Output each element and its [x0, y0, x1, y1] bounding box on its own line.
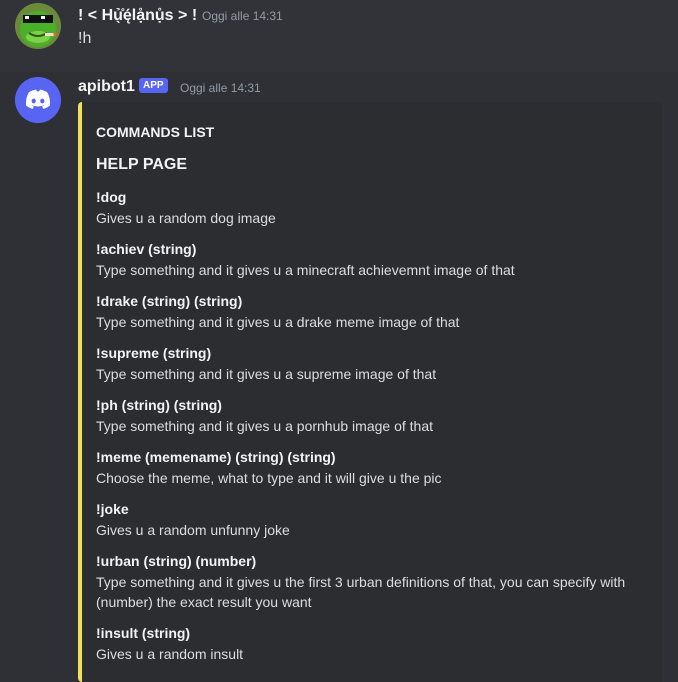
field-value: Type something and it gives u a supreme …: [96, 366, 437, 382]
field-name: !achiev (string): [96, 241, 197, 257]
embed-field: !urban (string) (number) Type something …: [96, 552, 656, 612]
embed-field: !joke Gives u a random unfunny joke: [96, 500, 656, 540]
timestamp[interactable]: Oggi alle 14:31: [180, 81, 261, 95]
field-name: !ph (string) (string): [96, 397, 222, 413]
field-name: !joke: [96, 501, 129, 517]
message-user: ! < Hủ̖̊ę́lạ̊nụ̊s > ! Oggi alle 14:31 !h: [0, 0, 678, 70]
embed-field: !ph (string) (string) Type something and…: [96, 396, 656, 436]
frog-avatar-icon: [15, 3, 61, 49]
field-name: !supreme (string): [96, 345, 212, 361]
timestamp[interactable]: Oggi alle 14:31: [202, 9, 283, 23]
embed-field: !meme (memename) (string) (string) Choos…: [96, 448, 656, 488]
embed-author: COMMANDS LIST: [96, 124, 215, 140]
field-value: Gives u a random dog image: [96, 210, 276, 226]
field-name: !drake (string) (string): [96, 293, 243, 309]
field-value: Type something and it gives u a pornhub …: [96, 418, 433, 434]
user-avatar[interactable]: [15, 3, 61, 49]
field-name: !meme (memename) (string) (string): [96, 449, 336, 465]
embed-field: !insult (string) Gives u a random insult: [96, 624, 656, 664]
embed-field: !achiev (string) Type something and it g…: [96, 240, 656, 280]
embed: COMMANDS LIST HELP PAGE !dog Gives u a r…: [78, 102, 662, 682]
field-value: Type something and it gives u the first …: [96, 574, 626, 610]
embed-title: HELP PAGE: [96, 156, 187, 173]
username[interactable]: apibot1: [78, 78, 135, 96]
embed-field: !dog Gives u a random dog image: [96, 188, 656, 228]
embed-field: !supreme (string) Type something and it …: [96, 344, 656, 384]
field-name: !dog: [96, 189, 127, 205]
field-value: Choose the meme, what to type and it wil…: [96, 470, 442, 486]
field-value: Gives u a random unfunny joke: [96, 522, 290, 538]
field-value: Type something and it gives u a minecraf…: [96, 262, 515, 278]
discord-logo-icon: [15, 77, 61, 123]
message-content: !h: [78, 30, 92, 47]
username[interactable]: ! < Hủ̖̊ę́lạ̊nụ̊s > !: [78, 7, 197, 25]
message-bot: apibot1 APP Oggi alle 14:31 COMMANDS LIS…: [0, 72, 678, 682]
embed-field: !drake (string) (string) Type something …: [96, 292, 656, 332]
bot-avatar[interactable]: [15, 77, 61, 123]
field-name: !urban (string) (number): [96, 553, 257, 569]
field-value: Type something and it gives u a drake me…: [96, 314, 460, 330]
app-badge: APP: [139, 78, 168, 93]
field-value: Gives u a random insult: [96, 646, 244, 662]
field-name: !insult (string): [96, 625, 191, 641]
